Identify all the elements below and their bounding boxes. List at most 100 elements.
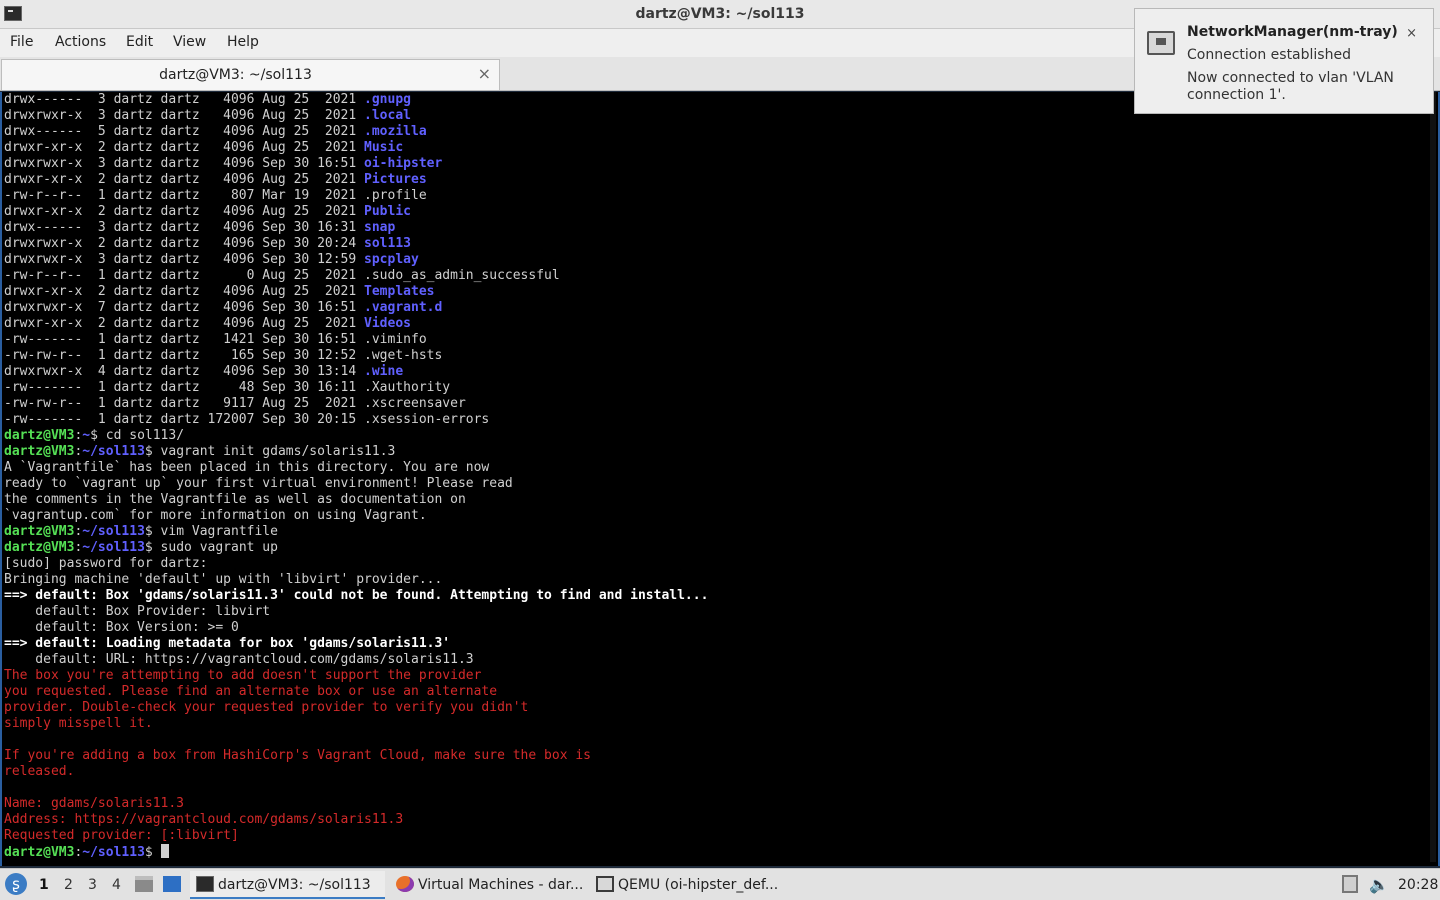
- menu-edit[interactable]: Edit: [126, 34, 153, 50]
- file-manager-icon[interactable]: [135, 876, 153, 892]
- terminal-segment: drwxr-xr-x 2 dartz dartz 4096 Aug 25 202…: [4, 140, 365, 155]
- tab-terminal[interactable]: dartz@VM3: ~/sol113 ×: [1, 59, 500, 90]
- terminal-line: `vagrantup.com` for more information on …: [4, 508, 708, 524]
- menu-actions[interactable]: Actions: [55, 34, 106, 50]
- terminal-icon: [196, 876, 214, 892]
- terminal-line: ready to `vagrant up` your first virtual…: [4, 476, 708, 492]
- terminal-line: default: URL: https://vagrantcloud.com/g…: [4, 652, 708, 668]
- task-firefox[interactable]: Virtual Machines - dar...: [390, 871, 586, 899]
- menu-help[interactable]: Help: [227, 34, 259, 50]
- terminal-segment: simply misspell it.: [4, 716, 153, 731]
- terminal-scrollbar[interactable]: [1430, 92, 1436, 862]
- terminal-line: -rw------- 1 dartz dartz 48 Sep 30 16:11…: [4, 380, 708, 396]
- terminal-line: A `Vagrantfile` has been placed in this …: [4, 460, 708, 476]
- terminal-segment: ~/sol113: [82, 845, 145, 860]
- terminal-line: ==> default: Loading metadata for box 'g…: [4, 636, 708, 652]
- task-label: Virtual Machines - dar...: [418, 877, 584, 893]
- desktop-3[interactable]: 3: [88, 877, 97, 893]
- terminal-segment: -rw-r--r-- 1 dartz dartz 0 Aug 25 2021 .…: [4, 268, 560, 283]
- terminal-segment: $: [144, 845, 161, 860]
- terminal-line: drwxr-xr-x 2 dartz dartz 4096 Aug 25 202…: [4, 204, 708, 220]
- terminal-segment: ~/sol113: [82, 524, 145, 539]
- terminal-segment: -rw------- 1 dartz dartz 1421 Sep 30 16:…: [4, 332, 427, 347]
- terminal-segment: Bringing machine 'default' up with 'libv…: [4, 572, 443, 587]
- terminal-line: Name: gdams/solaris11.3: [4, 796, 708, 812]
- terminal-line: drwxrwxr-x 2 dartz dartz 4096 Sep 30 20:…: [4, 236, 708, 252]
- terminal-line: -rw-rw-r-- 1 dartz dartz 9117 Aug 25 202…: [4, 396, 708, 412]
- terminal-segment: dartz@VM3: [4, 524, 75, 539]
- task-terminal[interactable]: dartz@VM3: ~/sol113: [190, 871, 385, 899]
- terminal-segment: drwxrwxr-x 7 dartz dartz 4096 Sep 30 16:…: [4, 300, 365, 315]
- desktop-4[interactable]: 4: [112, 877, 121, 893]
- terminal-segment: ready to `vagrant up` your first virtual…: [4, 476, 513, 491]
- terminal-segment: drwxrwxr-x 4 dartz dartz 4096 Sep 30 13:…: [4, 364, 365, 379]
- terminal-segment: -rw-r--r-- 1 dartz dartz 807 Mar 19 2021…: [4, 188, 427, 203]
- terminal-line: drwxr-xr-x 2 dartz dartz 4096 Aug 25 202…: [4, 316, 708, 332]
- show-desktop-icon[interactable]: [163, 876, 181, 892]
- task-qemu[interactable]: QEMU (oi-hipster_def...: [590, 871, 790, 899]
- terminal-line: -rw------- 1 dartz dartz 172007 Sep 30 2…: [4, 412, 708, 428]
- clock[interactable]: 20:28: [1398, 877, 1438, 893]
- terminal-segment: sol113: [364, 236, 411, 251]
- terminal-segment: -rw------- 1 dartz dartz 48 Sep 30 16:11…: [4, 380, 451, 395]
- menu-file[interactable]: File: [10, 34, 33, 50]
- terminal-segment: dartz@VM3: [4, 540, 75, 555]
- close-icon[interactable]: ×: [1406, 26, 1417, 41]
- desktop-1[interactable]: 1: [39, 877, 49, 893]
- terminal-output[interactable]: drwx------ 3 dartz dartz 4096 Aug 25 202…: [0, 92, 1440, 866]
- terminal-segment: ==> default: Box 'gdams/solaris11.3' cou…: [4, 588, 709, 603]
- network-tray-icon[interactable]: [1342, 875, 1358, 893]
- notification-title: NetworkManager(nm-tray): [1187, 24, 1398, 40]
- terminal-line: released.: [4, 764, 708, 780]
- terminal-segment: ~: [82, 428, 91, 443]
- terminal-segment: provider. Double-check your requested pr…: [4, 700, 529, 715]
- desktop-2[interactable]: 2: [64, 877, 73, 893]
- terminal-line: ==> default: Box 'gdams/solaris11.3' cou…: [4, 588, 708, 604]
- taskbar: ʂ 1 2 3 4 dartz@VM3: ~/sol113 Virtual Ma…: [0, 868, 1440, 900]
- close-icon[interactable]: ×: [478, 64, 491, 83]
- terminal-segment: snap: [364, 220, 396, 235]
- terminal-segment: drwx------ 3 dartz dartz 4096 Aug 25 202…: [4, 92, 365, 107]
- terminal-line: default: Box Provider: libvirt: [4, 604, 708, 620]
- terminal-segment: dartz@VM3: [4, 428, 75, 443]
- terminal-line: drwxrwxr-x 3 dartz dartz 4096 Sep 30 16:…: [4, 156, 708, 172]
- terminal-line: dartz@VM3:~/sol113$ vim Vagrantfile: [4, 524, 708, 540]
- terminal-cursor: [160, 844, 169, 858]
- terminal-segment: .gnupg: [364, 92, 411, 107]
- start-menu-icon[interactable]: ʂ: [5, 873, 27, 895]
- terminal-line: Requested provider: [:libvirt]: [4, 828, 708, 844]
- terminal-line: drwxrwxr-x 3 dartz dartz 4096 Sep 30 12:…: [4, 252, 708, 268]
- network-notification[interactable]: NetworkManager(nm-tray) Connection estab…: [1134, 8, 1434, 114]
- terminal-segment: oi-hipster: [364, 156, 443, 171]
- terminal-segment: Pictures: [364, 172, 427, 187]
- terminal-line: provider. Double-check your requested pr…: [4, 700, 708, 716]
- terminal-segment: .mozilla: [364, 124, 427, 139]
- terminal-line: -rw-r--r-- 1 dartz dartz 807 Mar 19 2021…: [4, 188, 708, 204]
- terminal-segment: `vagrantup.com` for more information on …: [4, 508, 427, 523]
- terminal-line: simply misspell it.: [4, 716, 708, 732]
- terminal-line: drwxrwxr-x 4 dartz dartz 4096 Sep 30 13:…: [4, 364, 708, 380]
- terminal-segment: default: Box Provider: libvirt: [4, 604, 271, 619]
- notification-detail: Now connected to vlan 'VLAN connection 1…: [1187, 70, 1394, 103]
- terminal-segment: -rw-rw-r-- 1 dartz dartz 165 Sep 30 12:5…: [4, 348, 443, 363]
- terminal-segment: ~/sol113: [82, 540, 145, 555]
- terminal-line: drwx------ 3 dartz dartz 4096 Sep 30 16:…: [4, 220, 708, 236]
- terminal-segment: drwx------ 3 dartz dartz 4096 Sep 30 16:…: [4, 220, 365, 235]
- terminal-segment: Address: https://vagrantcloud.com/gdams/…: [4, 812, 404, 827]
- terminal-segment: the comments in the Vagrantfile as well …: [4, 492, 466, 507]
- volume-icon[interactable]: 🔈: [1369, 875, 1389, 894]
- terminal-line: drwxr-xr-x 2 dartz dartz 4096 Aug 25 202…: [4, 140, 708, 156]
- terminal-lines: drwx------ 3 dartz dartz 4096 Aug 25 202…: [4, 92, 708, 860]
- terminal-line: -rw-r--r-- 1 dartz dartz 0 Aug 25 2021 .…: [4, 268, 708, 284]
- terminal-segment: $ vagrant init gdams/solaris11.3: [144, 444, 396, 459]
- terminal-line: drwx------ 3 dartz dartz 4096 Aug 25 202…: [4, 92, 708, 108]
- terminal-segment: .local: [364, 108, 411, 123]
- terminal-segment: $ cd sol113/: [90, 428, 185, 443]
- task-label: dartz@VM3: ~/sol113: [218, 877, 371, 893]
- menu-view[interactable]: View: [173, 34, 206, 50]
- terminal-segment: Name: gdams/solaris11.3: [4, 796, 185, 811]
- network-icon: [1147, 31, 1175, 55]
- terminal-line: drwxrwxr-x 3 dartz dartz 4096 Aug 25 202…: [4, 108, 708, 124]
- terminal-line: -rw------- 1 dartz dartz 1421 Sep 30 16:…: [4, 332, 708, 348]
